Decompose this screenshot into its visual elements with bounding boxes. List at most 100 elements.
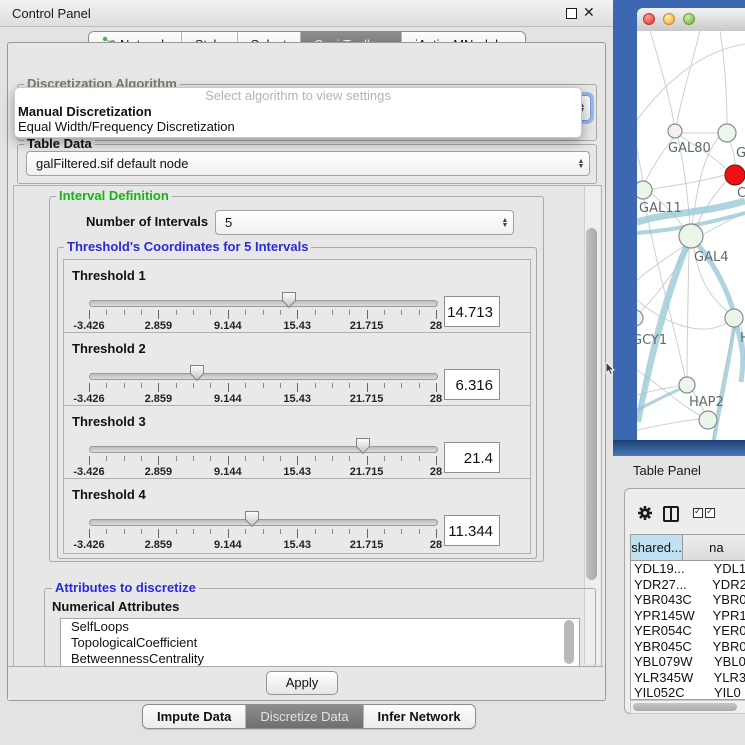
apply-button[interactable]: Apply [266, 671, 338, 695]
table-row[interactable]: YER054CYER0 [631, 623, 745, 639]
threshold-value-field[interactable]: 21.4 [444, 442, 500, 473]
table-cell[interactable]: YBL079W [631, 654, 711, 670]
slider-thumb[interactable] [282, 292, 296, 308]
slider-thumb[interactable] [245, 511, 259, 527]
network-node[interactable] [637, 310, 643, 326]
slider-tick [89, 529, 90, 538]
tab-discretize-data[interactable]: Discretize Data [245, 705, 362, 728]
network-node[interactable] [718, 124, 736, 142]
table-cell[interactable]: YBR043C [631, 592, 710, 608]
vertical-scrollbar-thumb[interactable] [586, 228, 597, 580]
slider-tick [315, 383, 316, 388]
table-row[interactable]: YBL079WYBL0 [631, 654, 745, 670]
attributes-group-title: Attributes to discretize [52, 581, 199, 594]
numerical-attributes-label: Numerical Attributes [52, 599, 179, 614]
slider-thumb[interactable] [356, 438, 370, 454]
slider-tick-label: -3.426 [73, 393, 104, 405]
table-row[interactable]: YLR345WYLR3 [631, 670, 745, 686]
network-node-selected[interactable] [725, 165, 745, 185]
threshold-value-field[interactable]: 6.316 [444, 369, 500, 400]
table-cell[interactable]: YER054C [631, 623, 710, 639]
threshold-2-panel: Threshold 2 6.316 -3.4262.8599.14415.432… [63, 332, 531, 408]
close-icon[interactable]: ✕ [583, 4, 595, 21]
table-cell[interactable]: YLR345W [631, 670, 711, 686]
table-row[interactable]: YBR043CYBR0 [631, 592, 745, 608]
column-header-name[interactable]: na [683, 535, 745, 560]
threshold-value-field[interactable]: 14.713 [444, 296, 500, 327]
checkbox-icon[interactable] [705, 508, 715, 518]
tab-impute-data[interactable]: Impute Data [143, 705, 245, 728]
node-label: C [737, 186, 745, 201]
gear-icon[interactable] [637, 505, 653, 526]
node-label: GAL11 [639, 201, 682, 216]
slider-tick [384, 529, 385, 534]
slider-tick-label: 28 [430, 393, 442, 405]
table-row[interactable]: YPR145WYPR1 [631, 608, 745, 624]
table-row[interactable]: YDL19...YDL1 [631, 561, 745, 577]
table-cell[interactable]: YLR3 [711, 670, 745, 686]
table-cell[interactable]: YBR0 [710, 639, 745, 655]
network-node[interactable] [679, 224, 703, 248]
slider-tick [89, 383, 90, 392]
threshold-value-field[interactable]: 11.344 [444, 515, 500, 546]
columns-icon[interactable] [663, 506, 679, 522]
attribute-list-item[interactable]: SelfLoops [61, 619, 579, 635]
attributes-scrollbar-thumb[interactable] [564, 620, 574, 664]
slider-tick [349, 456, 350, 461]
tab-infer-network[interactable]: Infer Network [363, 705, 475, 728]
table-cell[interactable]: YIL052C [631, 685, 711, 700]
slider-tick [228, 310, 229, 319]
table-cell[interactable]: YDR27... [631, 577, 709, 593]
table-cell[interactable]: YPR1 [710, 608, 745, 624]
minimize-traffic-light-icon[interactable] [663, 13, 675, 25]
horizontal-scrollbar-thumb[interactable] [633, 703, 737, 711]
network-node[interactable] [725, 309, 743, 327]
horizontal-scrollbar[interactable] [630, 700, 745, 714]
table-cell[interactable]: YDL1 [711, 561, 745, 577]
zoom-traffic-light-icon[interactable] [683, 13, 695, 25]
slider-tick [297, 310, 298, 319]
float-window-icon[interactable] [566, 8, 577, 19]
attribute-list-item[interactable]: TopologicalCoefficient [61, 635, 579, 651]
network-canvas[interactable]: GAL80GAGAL11CGAL4GCY1HHAP2 [637, 31, 745, 440]
slider-tick [367, 310, 368, 319]
table-cell[interactable]: YDR2 [709, 577, 745, 593]
dropdown-option-manual[interactable]: Manual Discretization [15, 104, 581, 119]
slider-tick [210, 310, 211, 315]
close-traffic-light-icon[interactable] [643, 13, 655, 25]
column-header-shared[interactable]: shared... [631, 535, 683, 560]
slider-tick-label: 2.859 [145, 466, 173, 478]
network-node[interactable] [668, 124, 682, 138]
table-cell[interactable]: YPR145W [631, 608, 710, 624]
table-cell[interactable]: YBR045C [631, 639, 710, 655]
checkbox-icon[interactable] [693, 508, 703, 518]
numerical-attributes-list[interactable]: SelfLoopsTopologicalCoefficientBetweenne… [60, 618, 580, 669]
attribute-list-item[interactable]: BetweennessCentrality [61, 651, 579, 667]
slider-tick [176, 456, 177, 461]
slider-tick-label: -3.426 [73, 466, 104, 478]
table-row[interactable]: YBR045CYBR0 [631, 639, 745, 655]
network-node[interactable] [679, 377, 695, 393]
dropdown-option-equal-width[interactable]: Equal Width/Frequency Discretization [15, 119, 581, 134]
num-intervals-combobox[interactable]: 5 ▲▼ [215, 210, 514, 235]
network-window-frame-bottom [613, 440, 745, 456]
table-row[interactable]: YIL052CYIL0 [631, 685, 745, 700]
table-cell[interactable]: YIL0 [711, 685, 741, 700]
table-data-group-title: Table Data [24, 137, 95, 150]
slider-tick [401, 456, 402, 461]
table-cell[interactable]: YER0 [710, 623, 745, 639]
slider-thumb[interactable] [190, 365, 204, 381]
slider-tick [263, 529, 264, 534]
slider-tick [228, 456, 229, 465]
slider-tick [263, 383, 264, 388]
network-node[interactable] [637, 181, 652, 199]
network-node[interactable] [699, 411, 717, 429]
table-cell[interactable]: YBL0 [711, 654, 745, 670]
table-cell[interactable]: YBR0 [710, 592, 745, 608]
table-row[interactable]: YDR27...YDR2 [631, 577, 745, 593]
slider-tick-label: 9.144 [214, 466, 242, 478]
table-data-combobox[interactable]: galFiltered.sif default node ▲▼ [26, 151, 590, 176]
slider-tick [297, 383, 298, 392]
slider-tick [158, 456, 159, 465]
table-cell[interactable]: YDL19... [631, 561, 711, 577]
